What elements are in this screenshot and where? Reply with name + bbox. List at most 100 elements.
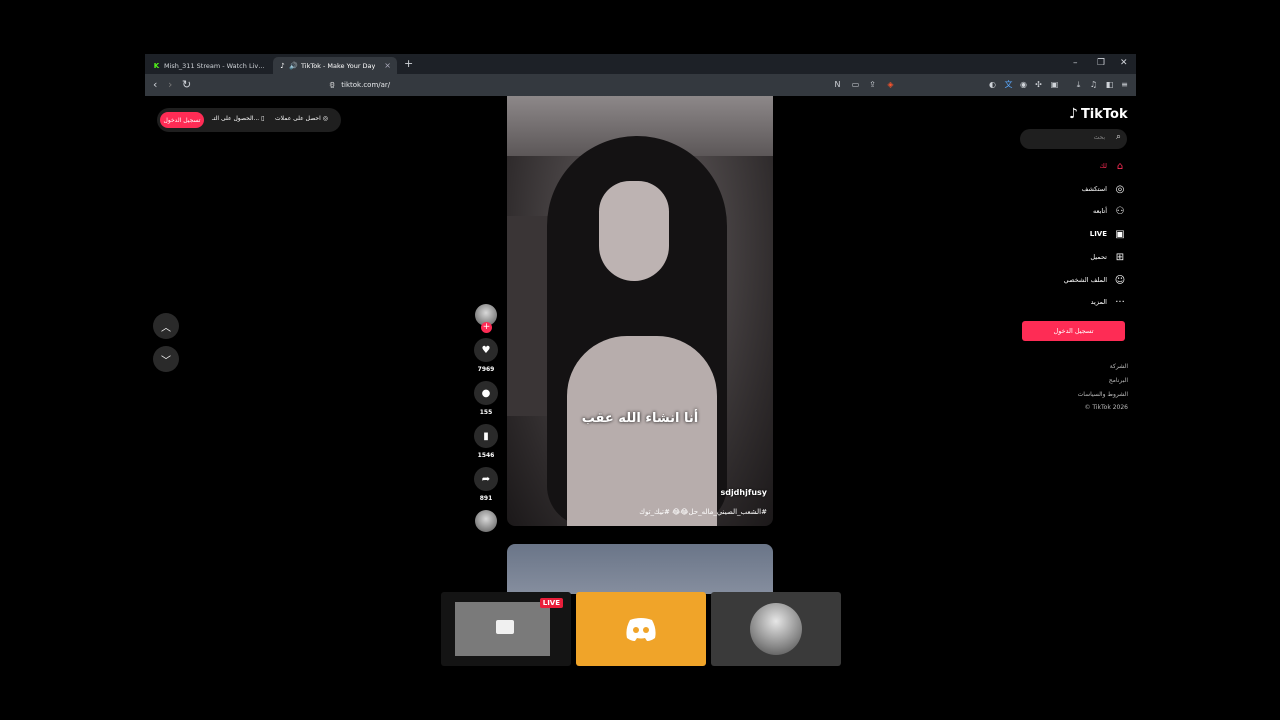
top-actions-pill: تسجيل الدخول الحصول على التـ... ▯ احصل ع…: [157, 108, 341, 132]
sidebar-item-label: أتابعه: [1092, 207, 1107, 215]
stream-preview-tile: LIVE: [441, 592, 571, 666]
tab-kick-stream[interactable]: K Mish_311 Stream - Watch Live on Kic: [147, 57, 271, 74]
get-coins-label: احصل على عملات: [275, 115, 321, 122]
footer-link-terms[interactable]: الشروط والسياسات: [1078, 391, 1128, 398]
video-frame-face: [599, 181, 669, 281]
menu-icon[interactable]: ≡: [1120, 80, 1129, 89]
back-button[interactable]: ‹: [153, 79, 157, 91]
share-icon[interactable]: ⇪: [868, 80, 877, 89]
next-video-preview[interactable]: [507, 544, 773, 594]
url-text: tiktok.com/ar/: [341, 81, 391, 89]
comment-count: 155: [479, 409, 493, 416]
sidebar-item-label: استكشف: [1081, 185, 1107, 193]
video-caption[interactable]: #الشعب_الصيني_ماله_حل😂😂 #تيك_توك: [639, 508, 767, 516]
upload-icon: ⊞: [1115, 251, 1125, 263]
get-app-link[interactable]: الحصول على التـ... ▯: [212, 115, 264, 122]
reload-button[interactable]: ↻: [182, 79, 191, 91]
live-tv-icon: ▣: [1115, 228, 1125, 240]
site-settings-icon[interactable]: ⚙: [329, 81, 335, 89]
video-subtitle: أنا انشاء الله عقب: [581, 411, 699, 426]
more-icon: ···: [1115, 296, 1125, 308]
tiktok-icon: ♪: [280, 61, 285, 70]
sidebar-item-for-you[interactable]: ⌂ لك: [1100, 159, 1127, 173]
browser-toolbar: ‹ › ↻ ▯ ⚙ tiktok.com/ar/ N ▭ ⇪ ◈ ◐ 文 ◉ ✣…: [145, 74, 1136, 96]
next-video-button[interactable]: ﹀: [153, 346, 179, 372]
author-avatar-wrap: +: [472, 304, 500, 338]
chevron-down-icon: ﹀: [161, 355, 171, 367]
search-placeholder: بحث: [1093, 134, 1105, 141]
new-tab-button[interactable]: +: [404, 57, 413, 70]
video-author[interactable]: sdjdhjfusy: [720, 488, 767, 497]
forward-button[interactable]: ›: [168, 79, 172, 91]
tiktok-logo[interactable]: ♪ TikTok: [1069, 106, 1128, 122]
sidebar-item-profile[interactable]: ☺ الملف الشخصي: [1064, 273, 1127, 287]
share-button[interactable]: ➦: [474, 467, 498, 491]
sidebar-item-explore[interactable]: ◎ استكشف: [1082, 182, 1127, 196]
address-bar[interactable]: ⚙ tiktok.com/ar/: [329, 77, 901, 93]
follow-plus-icon[interactable]: +: [481, 322, 492, 333]
previous-video-button[interactable]: ︿: [153, 313, 179, 339]
search-icon[interactable]: ⌕: [1116, 132, 1121, 142]
footer-copyright: © TikTok 2026: [1084, 404, 1129, 411]
streamer-avatar: [750, 603, 802, 655]
footer-link-company[interactable]: الشركة: [1110, 363, 1128, 370]
sidebar-extension-icon[interactable]: ▣: [1050, 80, 1059, 89]
minimize-button[interactable]: –: [1073, 58, 1078, 68]
chevron-up-icon: ︿: [161, 322, 171, 334]
close-tab-icon[interactable]: ×: [384, 61, 391, 70]
sidebar-item-label: الملف الشخصي: [1063, 276, 1107, 284]
sidebar-item-more[interactable]: ··· المزيد: [1091, 295, 1127, 309]
save-count: 1546: [477, 452, 495, 459]
video-player[interactable]: أنا انشاء الله عقب sdjdhjfusy #الشعب_الص…: [507, 96, 773, 526]
reader-mode-icon[interactable]: N: [833, 80, 842, 89]
monitor-icon: [496, 620, 514, 634]
speaker-icon[interactable]: 🔊: [289, 62, 298, 70]
home-icon: ⌂: [1116, 160, 1124, 172]
coin-icon: ◎: [322, 115, 328, 122]
sound-avatar[interactable]: [475, 510, 497, 532]
comment-button[interactable]: ●: [474, 381, 498, 405]
sidebar-item-label: تحميل: [1090, 253, 1107, 261]
tiktok-icon: ♪: [1069, 106, 1078, 122]
sidebar-item-following[interactable]: ⚇ أتابعه: [1093, 204, 1127, 218]
bookmark-icon: ▮: [483, 430, 489, 442]
streamer-avatar-tile: [711, 592, 841, 666]
like-count: 7969: [477, 366, 495, 373]
heart-icon: ♥: [481, 344, 491, 356]
video-frame-body: [567, 336, 717, 526]
browser-window: K Mish_311 Stream - Watch Live on Kic ♪ …: [145, 54, 1136, 594]
tab-tiktok[interactable]: ♪ 🔊 TikTok - Make Your Day ×: [273, 57, 397, 74]
login-button-small[interactable]: تسجيل الدخول: [160, 112, 204, 128]
audio-extension-icon[interactable]: ◉: [1019, 80, 1028, 89]
save-button[interactable]: ▮: [474, 424, 498, 448]
media-icon[interactable]: ♫: [1089, 80, 1098, 89]
sidebar-item-live[interactable]: ▣ LIVE: [1090, 227, 1127, 241]
sidebar-toggle-icon[interactable]: ◧: [1105, 80, 1114, 89]
tab-label: Mish_311 Stream - Watch Live on Kic: [164, 61, 265, 70]
restore-button[interactable]: ❐: [1097, 58, 1105, 68]
puzzle-extension-icon[interactable]: ✣: [1034, 80, 1043, 89]
get-coins-link[interactable]: احصل على عملات ◎: [275, 115, 328, 122]
translate-extension-icon[interactable]: 文: [1004, 80, 1013, 89]
sidebar-item-label: المزيد: [1090, 298, 1107, 306]
cast-icon[interactable]: ▭: [851, 80, 860, 89]
footer-link-program[interactable]: البرنامج: [1109, 377, 1128, 384]
logo-text: TikTok: [1080, 106, 1128, 122]
brave-shield-icon[interactable]: ◈: [886, 80, 895, 89]
kick-icon: K: [153, 61, 160, 70]
sidebar-item-label: لك: [1099, 162, 1107, 170]
discord-tile: [576, 592, 706, 666]
login-button[interactable]: تسجيل الدخول: [1022, 321, 1125, 341]
download-icon[interactable]: ⤓: [1074, 80, 1083, 89]
sidebar-item-upload[interactable]: ⊞ تحميل: [1090, 250, 1127, 264]
tab-label: TikTok - Make Your Day: [301, 61, 376, 70]
extension-icon[interactable]: ◐: [988, 80, 997, 89]
like-button[interactable]: ♥: [474, 338, 498, 362]
profile-icon: ☺: [1114, 274, 1126, 286]
live-badge: LIVE: [539, 598, 563, 608]
close-window-button[interactable]: ✕: [1120, 58, 1128, 68]
tab-bar: K Mish_311 Stream - Watch Live on Kic ♪ …: [145, 54, 1136, 74]
search-input[interactable]: بحث ⌕: [1020, 129, 1127, 149]
phone-icon: ▯: [261, 115, 265, 122]
sidebar-item-label: LIVE: [1089, 230, 1107, 238]
